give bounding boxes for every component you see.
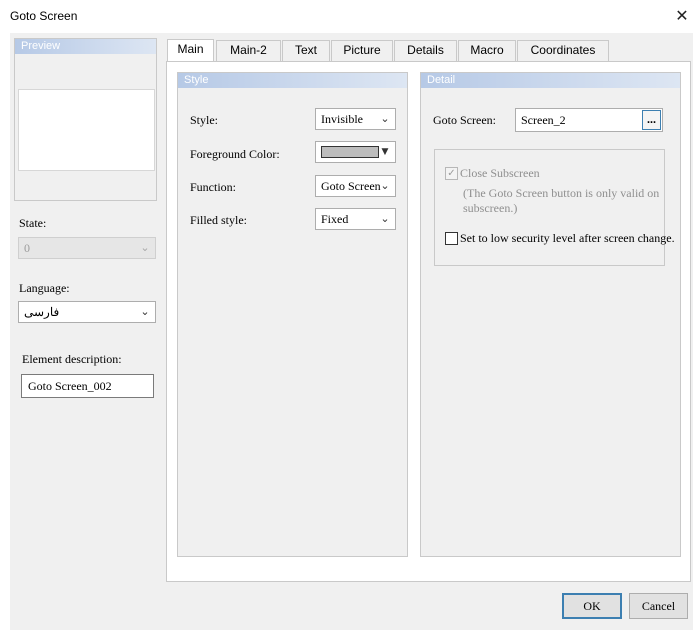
- language-select[interactable]: فارسی ⌄: [18, 301, 156, 323]
- chevron-down-icon: ⌄: [380, 179, 390, 192]
- close-subscreen-label: Close Subscreen: [460, 166, 540, 180]
- function-label: Function:: [190, 180, 237, 194]
- tab-coordinates[interactable]: Coordinates: [517, 40, 609, 61]
- detail-group: Detail: [420, 72, 681, 557]
- style-label: Style:: [190, 113, 219, 127]
- element-description-label: Element description:: [22, 352, 122, 366]
- title-bar: Goto Screen ✕: [0, 0, 700, 33]
- chevron-down-icon: ⌄: [380, 112, 390, 125]
- chevron-down-icon: ⌄: [140, 305, 150, 318]
- style-select[interactable]: Invisible ⌄: [315, 108, 396, 130]
- tab-main-2[interactable]: Main-2: [216, 40, 281, 61]
- filled-style-label: Filled style:: [190, 213, 247, 227]
- close-subscreen-checkbox[interactable]: ✓: [445, 167, 458, 180]
- function-select[interactable]: Goto Screen ⌄: [315, 175, 396, 197]
- filled-style-value: Fixed: [321, 212, 349, 226]
- element-description-input[interactable]: Goto Screen_002: [21, 374, 154, 398]
- function-value: Goto Screen: [321, 179, 381, 193]
- foreground-color-picker[interactable]: ▼: [315, 141, 396, 163]
- chevron-down-icon: ⌄: [140, 241, 150, 254]
- style-group-header: Style: [178, 73, 407, 88]
- triangle-down-icon: ▼: [381, 147, 389, 157]
- preview-group: Preview: [14, 38, 157, 201]
- browse-button[interactable]: ...: [642, 110, 661, 130]
- language-label: Language:: [19, 281, 70, 295]
- goto-screen-field[interactable]: Screen_2: [515, 108, 663, 132]
- preview-header: Preview: [15, 39, 156, 54]
- state-select[interactable]: 0 ⌄: [18, 237, 156, 259]
- window-title: Goto Screen: [10, 9, 78, 23]
- close-icon[interactable]: ✕: [672, 6, 692, 26]
- style-value: Invisible: [321, 112, 363, 126]
- goto-screen-value: Screen_2: [521, 113, 566, 127]
- filled-style-select[interactable]: Fixed ⌄: [315, 208, 396, 230]
- color-swatch: [321, 146, 379, 158]
- state-value: 0: [24, 241, 30, 255]
- tab-macro[interactable]: Macro: [458, 40, 516, 61]
- chevron-down-icon: ⌄: [380, 212, 390, 225]
- language-value: فارسی: [24, 305, 60, 319]
- low-security-checkbox[interactable]: [445, 232, 458, 245]
- tab-text[interactable]: Text: [282, 40, 330, 61]
- tab-picture[interactable]: Picture: [331, 40, 393, 61]
- cancel-button[interactable]: Cancel: [629, 593, 688, 619]
- ok-button[interactable]: OK: [562, 593, 622, 619]
- preview-canvas: [18, 89, 155, 171]
- tab-main[interactable]: Main: [167, 39, 214, 62]
- state-label: State:: [19, 216, 47, 230]
- foreground-color-label: Foreground Color:: [190, 147, 280, 161]
- detail-group-header: Detail: [421, 73, 680, 88]
- low-security-label: Set to low security level after screen c…: [460, 231, 675, 245]
- goto-screen-label: Goto Screen:: [433, 113, 496, 127]
- subscreen-note: (The Goto Screen button is only valid on…: [463, 186, 660, 215]
- tab-details[interactable]: Details: [394, 40, 457, 61]
